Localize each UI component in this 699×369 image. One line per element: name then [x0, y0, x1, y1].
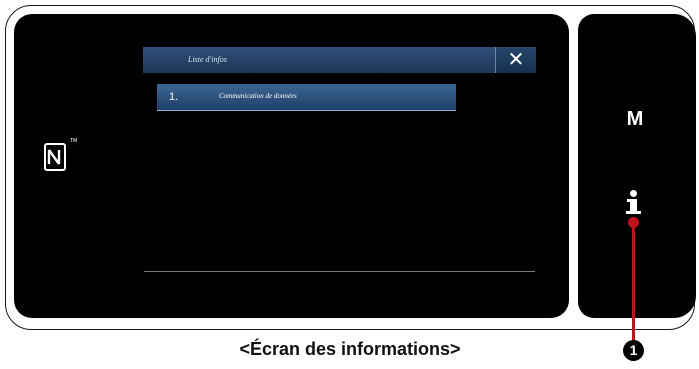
callout-line	[632, 222, 635, 342]
list-item-label: Communication de données	[219, 92, 297, 100]
window-title-bar: Liste d'infos	[143, 47, 535, 73]
screen-caption: <Écran des informations>	[239, 339, 461, 359]
window-title: Liste d'infos	[188, 55, 227, 64]
close-icon: ✕	[507, 49, 525, 71]
info-icon	[630, 190, 637, 197]
callout-number-badge: 1	[623, 340, 644, 361]
list-divider	[144, 271, 535, 272]
list-item[interactable]: 1. Communication de données	[157, 84, 456, 111]
side-panel	[578, 14, 696, 318]
nfc-icon	[44, 143, 66, 171]
nfc-trademark: TM	[70, 138, 78, 144]
list-item-number: 1.	[169, 91, 179, 103]
mode-button[interactable]: M	[620, 104, 650, 134]
close-button[interactable]: ✕	[495, 47, 536, 73]
callout-marker	[628, 217, 639, 228]
